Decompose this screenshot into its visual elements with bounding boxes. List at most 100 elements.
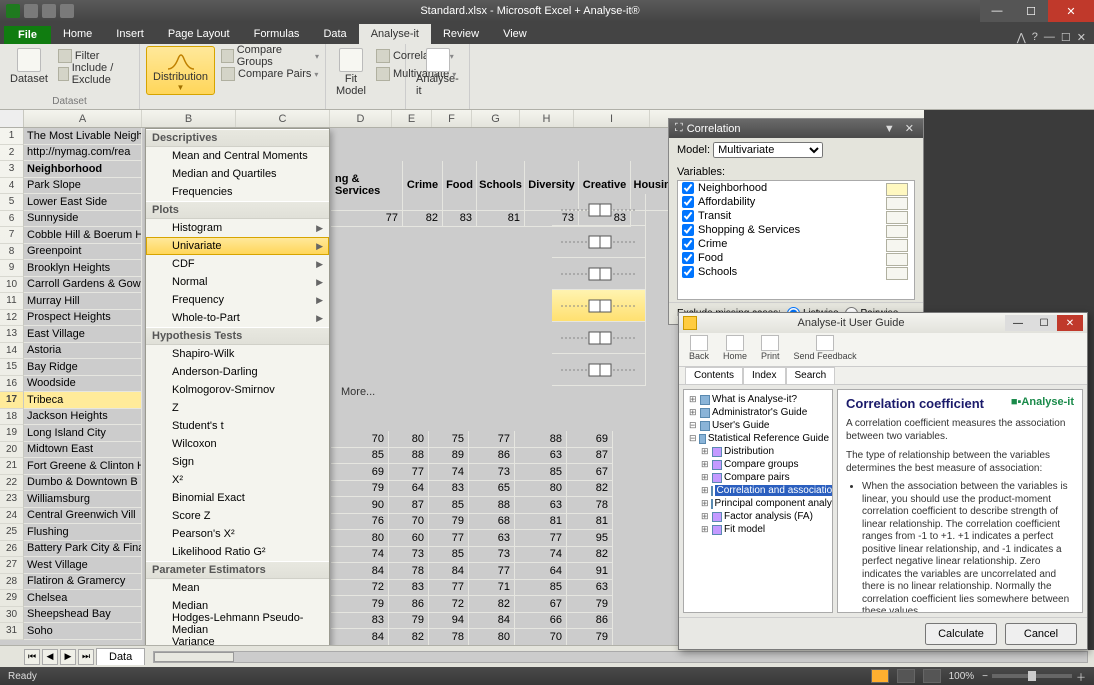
fit-model-button[interactable]: Fit Model <box>332 46 370 99</box>
table-cell[interactable]: 65 <box>469 481 515 498</box>
cell[interactable]: Battery Park City & Fina <box>24 541 142 558</box>
var-type-icon[interactable] <box>886 239 908 252</box>
select-all-cell[interactable] <box>0 110 24 127</box>
table-cell[interactable]: 88 <box>515 431 567 448</box>
table-cell[interactable]: 95 <box>567 530 613 547</box>
ug-home-button[interactable]: Home <box>723 335 747 364</box>
tab-pagelayout[interactable]: Page Layout <box>156 24 242 44</box>
tab-file[interactable]: File <box>4 26 51 44</box>
menu-item[interactable]: Mean and Central Moments <box>146 147 329 165</box>
tab-view[interactable]: View <box>491 24 539 44</box>
table-cell[interactable]: 82 <box>389 629 429 645</box>
table-cell[interactable]: 64 <box>389 481 429 498</box>
cell[interactable]: Lower East Side <box>24 194 142 211</box>
variable-checkbox[interactable] <box>682 210 694 222</box>
table-cell[interactable]: 74 <box>515 547 567 564</box>
tab-formulas[interactable]: Formulas <box>242 24 312 44</box>
boxplot-cell[interactable] <box>552 258 646 290</box>
row-header[interactable]: 30 <box>0 607 24 624</box>
table-cell[interactable]: 60 <box>389 530 429 547</box>
table-cell[interactable]: 84 <box>331 563 389 580</box>
boxplot-cell[interactable] <box>552 354 646 386</box>
table-cell[interactable]: 64 <box>515 563 567 580</box>
table-cell[interactable]: 88 <box>469 497 515 514</box>
row-header[interactable]: 25 <box>0 524 24 541</box>
cancel-button[interactable]: Cancel <box>1005 623 1077 645</box>
variable-item[interactable]: Transit <box>678 209 884 223</box>
tab-insert[interactable]: Insert <box>104 24 156 44</box>
table-cell[interactable]: 63 <box>469 530 515 547</box>
cell[interactable]: Central Greenwich Vill <box>24 508 142 525</box>
table-cell[interactable]: 70 <box>331 431 389 448</box>
ug-minimize-button[interactable]: — <box>1005 315 1031 331</box>
table-cell[interactable]: 84 <box>331 629 389 645</box>
redo-icon[interactable] <box>60 4 74 18</box>
calculate-button[interactable]: Calculate <box>925 623 997 645</box>
variable-checkbox[interactable] <box>682 238 694 250</box>
variable-item[interactable]: Neighborhood <box>678 181 884 195</box>
menu-item[interactable]: Wilcoxon <box>146 435 329 453</box>
ug-tree[interactable]: ⊞What is Analyse-it?⊞Administrator's Gui… <box>683 389 833 613</box>
mdi-max-icon[interactable]: ☐ <box>1061 31 1071 44</box>
table-cell[interactable]: 94 <box>429 613 469 630</box>
menu-item[interactable]: Score Z <box>146 507 329 525</box>
cell[interactable]: The Most Livable Neigh <box>24 128 142 145</box>
table-cell[interactable]: 80 <box>331 530 389 547</box>
table-cell[interactable]: 85 <box>515 464 567 481</box>
menu-item[interactable]: Frequencies <box>146 183 329 201</box>
menu-item[interactable]: Binomial Exact <box>146 489 329 507</box>
table-header[interactable]: Crime <box>403 161 443 211</box>
row-header[interactable]: 23 <box>0 491 24 508</box>
cell[interactable]: http://nymag.com/rea <box>24 145 142 162</box>
tab-data[interactable]: Data <box>311 24 358 44</box>
cell[interactable]: Flushing <box>24 524 142 541</box>
variable-checkbox[interactable] <box>682 182 694 194</box>
row-header[interactable]: 5 <box>0 194 24 211</box>
undo-icon[interactable] <box>42 4 56 18</box>
cell[interactable]: West Village <box>24 557 142 574</box>
tree-node[interactable]: ⊞Principal component analysis (PCA) <box>687 497 829 510</box>
menu-item[interactable]: Variance <box>146 633 329 645</box>
table-cell[interactable]: 80 <box>389 431 429 448</box>
row-header[interactable]: 21 <box>0 458 24 475</box>
row-header[interactable]: 22 <box>0 475 24 492</box>
sheet-nav-prev[interactable]: ◀ <box>42 649 58 665</box>
table-cell[interactable]: 75 <box>429 431 469 448</box>
table-cell[interactable]: 90 <box>331 497 389 514</box>
table-cell[interactable]: 83 <box>443 211 477 228</box>
tree-node[interactable]: ⊞Correlation and association <box>687 484 829 497</box>
table-cell[interactable]: 78 <box>429 629 469 645</box>
table-cell[interactable]: 84 <box>469 613 515 630</box>
ug-back-button[interactable]: Back <box>689 335 709 364</box>
row-header[interactable]: 10 <box>0 277 24 294</box>
sheet-nav-next[interactable]: ▶ <box>60 649 76 665</box>
cell[interactable]: Williamsburg <box>24 491 142 508</box>
table-cell[interactable]: 74 <box>429 464 469 481</box>
table-cell[interactable]: 72 <box>331 580 389 597</box>
table-cell[interactable]: 80 <box>469 629 515 645</box>
variable-checkbox[interactable] <box>682 266 694 278</box>
cell[interactable]: Prospect Heights <box>24 310 142 327</box>
tree-node[interactable]: ⊞Compare groups <box>687 458 829 471</box>
tab-review[interactable]: Review <box>431 24 491 44</box>
cell[interactable]: Cobble Hill & Boerum H <box>24 227 142 244</box>
ug-print-button[interactable]: Print <box>761 335 780 364</box>
table-cell[interactable]: 77 <box>469 563 515 580</box>
tree-node[interactable]: ⊞Fit model <box>687 523 829 536</box>
row-header[interactable]: 26 <box>0 541 24 558</box>
cell[interactable]: Sheepshead Bay <box>24 607 142 624</box>
table-cell[interactable]: 86 <box>567 613 613 630</box>
sheet-nav-last[interactable]: ⏭ <box>78 649 94 665</box>
variable-item[interactable]: Food <box>678 251 884 265</box>
table-cell[interactable]: 85 <box>429 547 469 564</box>
row-header[interactable]: 13 <box>0 326 24 343</box>
compare-pairs-button[interactable]: Compare Pairs▾ <box>221 66 319 82</box>
table-cell[interactable]: 69 <box>567 431 613 448</box>
table-cell[interactable]: 77 <box>515 530 567 547</box>
col-I[interactable]: I <box>574 110 650 127</box>
menu-item[interactable]: Median and Quartiles <box>146 165 329 183</box>
zoom-slider[interactable]: − ＋ <box>982 669 1086 684</box>
distribution-button[interactable]: Distribution ▼ <box>146 46 215 95</box>
row-header[interactable]: 1 <box>0 128 24 145</box>
row-header[interactable]: 14 <box>0 343 24 360</box>
